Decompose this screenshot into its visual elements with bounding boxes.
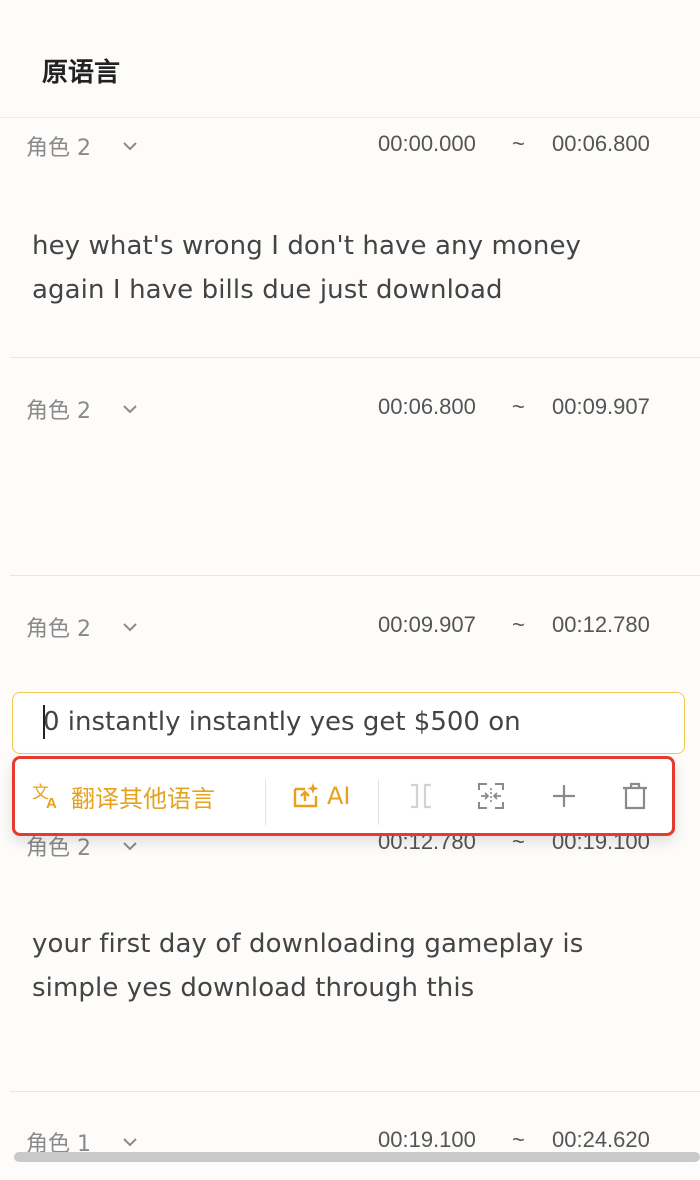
role-selector[interactable]: 角色 2 [26, 611, 139, 643]
chevron-down-icon [123, 1138, 137, 1147]
chevron-down-icon [123, 842, 137, 851]
end-time[interactable]: 00:09.907 [552, 394, 650, 420]
chevron-down-icon [123, 623, 137, 632]
start-time[interactable]: 00:19.100 [378, 1127, 476, 1153]
horizontal-scrollbar[interactable] [14, 1152, 700, 1162]
split-icon[interactable] [406, 781, 436, 811]
start-time[interactable]: 00:00.000 [378, 131, 476, 157]
add-icon[interactable] [549, 781, 579, 811]
time-separator: ~ [512, 1127, 525, 1152]
time-separator: ~ [512, 394, 525, 419]
svg-text:A: A [46, 795, 57, 811]
end-time[interactable]: 00:24.620 [552, 1127, 650, 1153]
segment-text-line: hey what's wrong I don't have any money [32, 231, 582, 261]
ai-rewrite-icon [293, 783, 319, 808]
ai-label: AI [327, 782, 351, 810]
segment-text[interactable]: your first day of downloading gameplay i… [32, 922, 652, 1010]
toolbar-separator [378, 779, 379, 825]
segment-text-editor[interactable]: 0 instantly instantly yes get $500 on [12, 692, 685, 754]
segment-divider [10, 357, 700, 358]
end-time[interactable]: 00:12.780 [552, 612, 650, 638]
role-label: 角色 2 [26, 399, 91, 424]
segment-toolbar: 文 A 翻译其他语言 AI [12, 756, 675, 836]
start-time[interactable]: 00:06.800 [378, 394, 476, 420]
ai-button[interactable]: AI [291, 759, 351, 833]
time-separator: ~ [512, 612, 525, 637]
text-caret [43, 705, 45, 739]
panel-header: 原语言 [0, 0, 700, 118]
chevron-down-icon [123, 142, 137, 151]
translate-icon: 文 A [32, 783, 57, 811]
segment-text-line: simple yes download through this [32, 973, 475, 1003]
segment-divider [10, 1091, 700, 1092]
translate-button[interactable]: 文 A 翻译其他语言 [31, 759, 215, 833]
merge-icon[interactable] [476, 781, 506, 811]
panel-title: 原语言 [42, 58, 121, 88]
chevron-down-icon [123, 405, 137, 414]
segment-text[interactable]: hey what's wrong I don't have any money … [32, 224, 652, 312]
role-label: 角色 2 [26, 617, 91, 642]
translate-label: 翻译其他语言 [71, 784, 215, 813]
time-separator: ~ [512, 131, 525, 156]
role-selector[interactable]: 角色 2 [26, 393, 139, 425]
role-selector[interactable]: 角色 2 [26, 130, 139, 162]
delete-icon[interactable] [620, 781, 650, 811]
end-time[interactable]: 00:06.800 [552, 131, 650, 157]
segment-divider [10, 575, 700, 576]
role-label: 角色 2 [26, 136, 91, 161]
segment-text-line: again I have bills due just download [32, 275, 503, 305]
toolbar-separator [265, 779, 266, 825]
segment-text-line: your first day of downloading gameplay i… [32, 929, 584, 959]
editor-text: 0 instantly instantly yes get $500 on [43, 707, 521, 737]
start-time[interactable]: 00:09.907 [378, 612, 476, 638]
